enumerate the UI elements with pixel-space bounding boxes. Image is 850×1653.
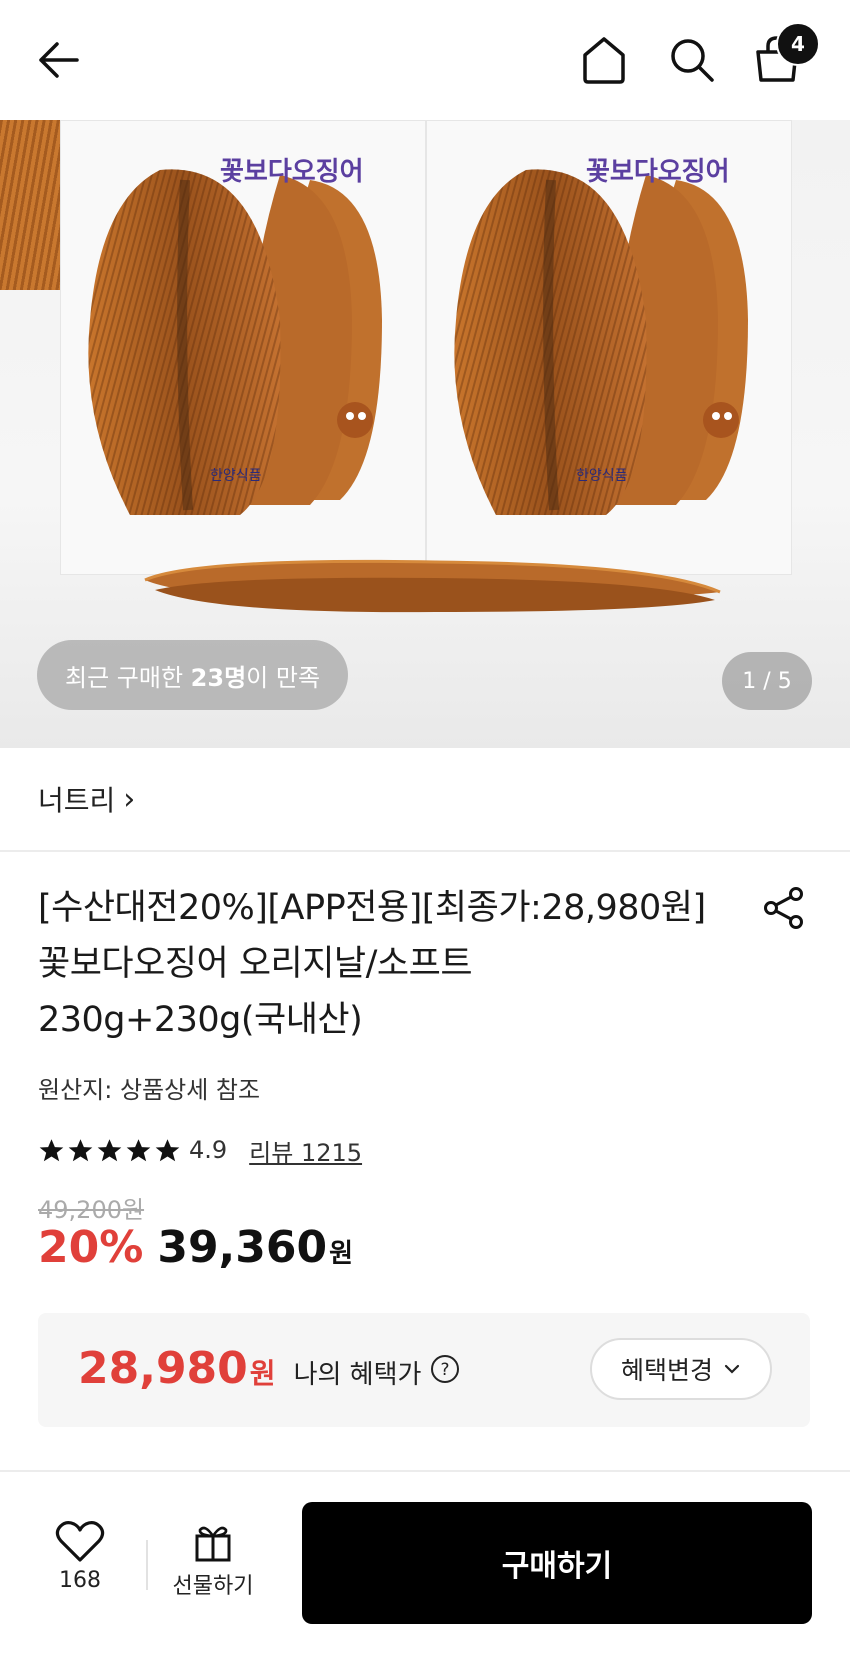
star-icon	[126, 1138, 151, 1161]
star-icon	[68, 1138, 93, 1161]
sale-price-currency: 원	[329, 1239, 354, 1269]
rating-stars	[38, 1137, 181, 1164]
chevron-down-icon	[724, 1364, 740, 1374]
origin-info: 원산지: 상품상세 참조	[38, 1076, 261, 1104]
buy-button[interactable]: 구매하기	[302, 1502, 812, 1624]
bottom-action-bar: 168 선물하기 구매하기	[0, 1472, 850, 1653]
product-package-image: 꽃보다오징어 한양식품	[426, 120, 792, 575]
svg-text:?: ?	[441, 1360, 450, 1380]
pack-maker-logo: 한양식품	[210, 468, 262, 484]
product-title: [수산대전20%][APP전용][최종가:28,980원]꽃보다오징어 오리지날…	[38, 888, 706, 1040]
like-count: 168	[59, 1568, 101, 1593]
satisfaction-prefix: 최근 구매한	[65, 663, 191, 692]
chevron-right-icon: ›	[123, 781, 136, 817]
change-benefit-label: 혜택변경	[620, 1356, 713, 1385]
product-package-image: 꽃보다오징어 한양식품	[60, 120, 426, 575]
share-icon[interactable]	[756, 880, 812, 936]
benefit-price-row: 28,980 원 나의 혜택가 ?	[78, 1343, 461, 1394]
star-icon	[155, 1138, 180, 1161]
gift-icon	[195, 1526, 231, 1562]
star-icon	[39, 1138, 64, 1161]
gift-button[interactable]: 선물하기	[160, 1520, 266, 1620]
benefit-price-currency: 원	[249, 1357, 276, 1390]
like-button[interactable]: 168	[40, 1520, 120, 1620]
home-icon[interactable]	[574, 28, 634, 92]
cart-count-badge: 4	[776, 22, 820, 66]
satisfaction-count: 23명	[190, 663, 247, 692]
satisfaction-suffix: 이 만족	[246, 663, 321, 692]
pack-brand-logo: 꽃보다오징어	[586, 157, 730, 187]
original-price: 49,200원	[38, 1196, 145, 1224]
rating-value: 4.9	[189, 1136, 228, 1164]
brand-link[interactable]: 너트리 ›	[38, 776, 135, 822]
previous-image-peek	[0, 120, 60, 290]
benefit-price-box: 28,980 원 나의 혜택가 ? 혜택변경	[38, 1313, 810, 1427]
flat-squid-image	[135, 550, 725, 620]
benefit-price: 28,980	[78, 1343, 248, 1394]
image-page-indicator: 1 / 5	[722, 652, 812, 710]
pack-maker-logo: 한양식품	[576, 468, 628, 484]
sale-price-row: 20% 39,360 원	[38, 1222, 353, 1273]
action-separator	[146, 1540, 148, 1590]
review-link[interactable]: 리뷰 1215	[249, 1133, 362, 1168]
search-icon[interactable]	[660, 28, 724, 92]
back-arrow-icon[interactable]	[28, 30, 88, 90]
discount-rate: 20%	[38, 1222, 144, 1273]
star-icon	[97, 1138, 122, 1161]
top-app-bar: 4	[0, 0, 850, 120]
rating-row: 4.9 리뷰 1215	[38, 1130, 362, 1170]
help-circle-icon[interactable]: ?	[429, 1353, 461, 1385]
change-benefit-button[interactable]: 혜택변경	[590, 1338, 772, 1400]
pack-brand-logo: 꽃보다오징어	[220, 157, 364, 187]
section-divider	[0, 850, 850, 852]
sale-price: 39,360	[157, 1222, 328, 1273]
benefit-label: 나의 혜택가	[293, 1360, 422, 1390]
gift-label: 선물하기	[172, 1574, 254, 1599]
brand-name: 너트리	[38, 784, 116, 817]
satisfaction-badge: 최근 구매한 23명 이 만족	[37, 640, 349, 710]
product-image-gallery[interactable]: 꽃보다오징어 한양식품 꽃보다오징어 한양식품 최근 구매한 23명 이 만족 …	[0, 120, 850, 748]
heart-icon	[55, 1521, 105, 1562]
